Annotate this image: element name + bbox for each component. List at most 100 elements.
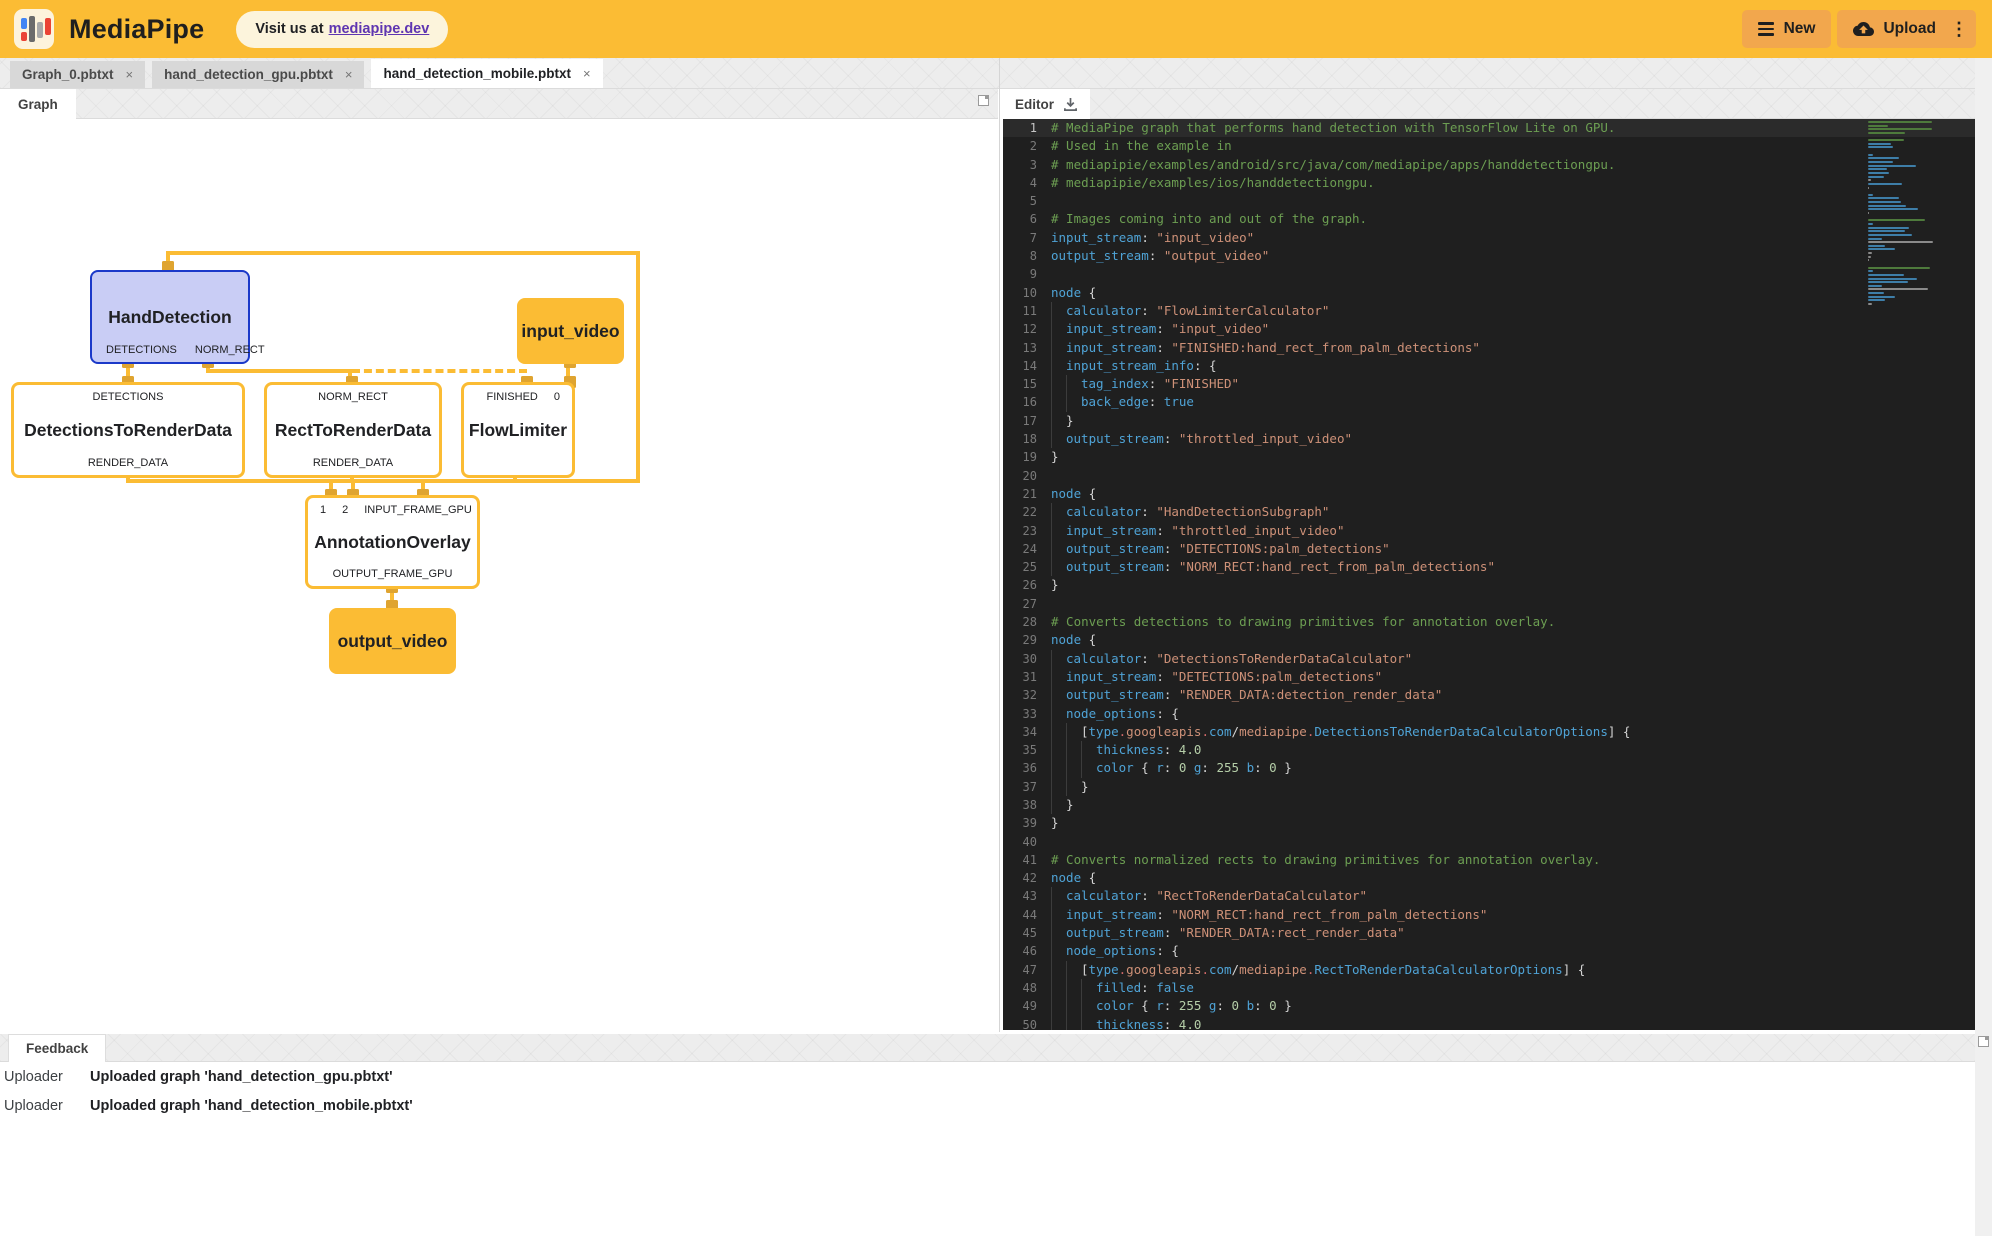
line-number: 18	[1003, 430, 1051, 448]
code-editor[interactable]: 1# MediaPipe graph that performs hand de…	[1003, 119, 1975, 1030]
line-number: 35	[1003, 741, 1051, 759]
editor-tab-label: Editor	[1015, 97, 1054, 112]
minimap-line	[1868, 238, 1882, 240]
line-number: 8	[1003, 247, 1051, 265]
download-icon[interactable]	[1063, 97, 1078, 112]
code-line: 33node_options: {	[1003, 705, 1975, 723]
code-line: 13input_stream: "FINISHED:hand_rect_from…	[1003, 339, 1975, 357]
minimap-line	[1868, 223, 1873, 225]
graph-node-rect_to_render_data[interactable]: NORM_RECTRectToRenderDataRENDER_DATA	[264, 382, 442, 478]
line-number: 44	[1003, 906, 1051, 924]
minimap-line	[1868, 128, 1932, 130]
visit-us-text: Visit us at	[255, 21, 323, 37]
line-number: 47	[1003, 961, 1051, 979]
tab-feedback[interactable]: Feedback	[8, 1034, 106, 1062]
minimap-line	[1868, 252, 1872, 254]
upload-button[interactable]: Upload	[1883, 20, 1936, 38]
expand-feedback-panel-icon[interactable]	[1978, 1036, 1989, 1047]
code-line: 19}	[1003, 448, 1975, 466]
tab-editor[interactable]: Editor	[1003, 89, 1090, 119]
line-number: 33	[1003, 705, 1051, 723]
line-number: 20	[1003, 467, 1051, 485]
graph-node-flow_limiter[interactable]: FINISHED0FlowLimiter	[461, 382, 575, 478]
file-tab[interactable]: hand_detection_mobile.pbtxt×	[371, 59, 602, 88]
code-line: 23input_stream: "throttled_input_video"	[1003, 522, 1975, 540]
editor-panel-strip	[1003, 89, 1975, 119]
line-number: 5	[1003, 192, 1051, 210]
tab-graph[interactable]: Graph	[0, 89, 76, 119]
minimap-line	[1868, 194, 1873, 196]
close-tab-icon[interactable]: ×	[583, 66, 591, 81]
graph-node-output_video[interactable]: output_video	[329, 608, 456, 674]
graph-node-annotation_overlay[interactable]: 12INPUT_FRAME_GPUAnnotationOverlayOUTPUT…	[305, 495, 480, 589]
graph-panel-strip	[0, 89, 998, 119]
feedback-row: UploaderUploaded graph 'hand_detection_m…	[0, 1091, 1975, 1120]
menu-lines-icon	[1758, 19, 1774, 39]
line-number: 24	[1003, 540, 1051, 558]
code-line: 47[type.googleapis.com/mediapipe.RectToR…	[1003, 961, 1975, 979]
minimap-line	[1868, 161, 1893, 163]
minimap-line	[1868, 183, 1902, 185]
line-number: 48	[1003, 979, 1051, 997]
minimap-line	[1868, 241, 1933, 243]
code-line: 21node {	[1003, 485, 1975, 503]
code-line: 43calculator: "RectToRenderDataCalculato…	[1003, 887, 1975, 905]
code-line: 18output_stream: "throttled_input_video"	[1003, 430, 1975, 448]
graph-node-hand_detection[interactable]: HandDetectionDETECTIONSNORM_RECT	[90, 270, 250, 364]
port-label: NORM_RECT	[195, 344, 265, 356]
code-line: 31input_stream: "DETECTIONS:palm_detecti…	[1003, 668, 1975, 686]
code-line: 45output_stream: "RENDER_DATA:rect_rende…	[1003, 924, 1975, 942]
minimap-line	[1868, 219, 1925, 221]
feedback-source: Uploader	[4, 1069, 70, 1085]
graph-node-input_video[interactable]: input_video	[517, 298, 624, 364]
minimap-line	[1868, 176, 1884, 178]
app-header: MediaPipe Visit us at mediapipe.dev New …	[0, 0, 1992, 58]
code-line: 4# mediapipie/examples/ios/handdetection…	[1003, 174, 1975, 192]
code-line: 37}	[1003, 778, 1975, 796]
code-line: 25output_stream: "NORM_RECT:hand_rect_fr…	[1003, 558, 1975, 576]
node-title: RectToRenderData	[271, 420, 435, 441]
line-number: 15	[1003, 375, 1051, 393]
close-tab-icon[interactable]: ×	[126, 67, 134, 82]
port-label: DETECTIONS	[93, 391, 164, 403]
graph-canvas[interactable]: HandDetectionDETECTIONSNORM_RECT input_vi…	[0, 119, 998, 1030]
new-button[interactable]: New	[1742, 10, 1832, 48]
minimap-line	[1868, 245, 1885, 247]
line-number: 30	[1003, 650, 1051, 668]
feedback-panel-strip	[0, 1032, 1975, 1062]
code-line: 41# Converts normalized rects to drawing…	[1003, 851, 1975, 869]
expand-graph-panel-icon[interactable]	[978, 95, 989, 106]
code-line: 42node {	[1003, 869, 1975, 887]
graph-node-detections_to_render_data[interactable]: DETECTIONSDetectionsToRenderDataRENDER_D…	[11, 382, 245, 478]
visit-us-button[interactable]: Visit us at mediapipe.dev	[236, 11, 448, 48]
close-tab-icon[interactable]: ×	[345, 67, 353, 82]
minimap-line	[1868, 267, 1930, 269]
feedback-log: UploaderUploaded graph 'hand_detection_g…	[0, 1062, 1975, 1120]
file-tab-label: Graph_0.pbtxt	[22, 67, 114, 82]
minimap-line	[1868, 157, 1899, 159]
panel-divider[interactable]	[999, 58, 1000, 1032]
port-label: RENDER_DATA	[88, 457, 168, 469]
graph-tab-label: Graph	[18, 97, 58, 112]
code-line: 17}	[1003, 412, 1975, 430]
port-label: INPUT_FRAME_GPU	[364, 504, 472, 516]
kebab-menu-icon[interactable]: ⋮	[1950, 20, 1968, 38]
code-line: 49color { r: 255 g: 0 b: 0 }	[1003, 997, 1975, 1015]
file-tab-label: hand_detection_gpu.pbtxt	[164, 67, 333, 82]
line-number: 7	[1003, 229, 1051, 247]
minimap-line	[1868, 234, 1912, 236]
code-line: 7input_stream: "input_video"	[1003, 229, 1975, 247]
code-line: 38}	[1003, 796, 1975, 814]
input-port-labels: 12INPUT_FRAME_GPU	[312, 503, 473, 517]
file-tab[interactable]: Graph_0.pbtxt ×	[10, 61, 145, 88]
output-port-labels: RENDER_DATA	[271, 456, 435, 470]
feedback-source: Uploader	[4, 1098, 70, 1114]
editor-minimap[interactable]	[1868, 121, 1944, 307]
graph-edge	[126, 479, 640, 483]
node-title: input_video	[521, 321, 619, 342]
code-line: 26}	[1003, 576, 1975, 594]
minimap-line	[1868, 227, 1909, 229]
mediapipe-dev-link[interactable]: mediapipe.dev	[329, 21, 430, 37]
file-tab[interactable]: hand_detection_gpu.pbtxt ×	[152, 61, 364, 88]
input-port-labels: FINISHED0	[468, 390, 568, 404]
